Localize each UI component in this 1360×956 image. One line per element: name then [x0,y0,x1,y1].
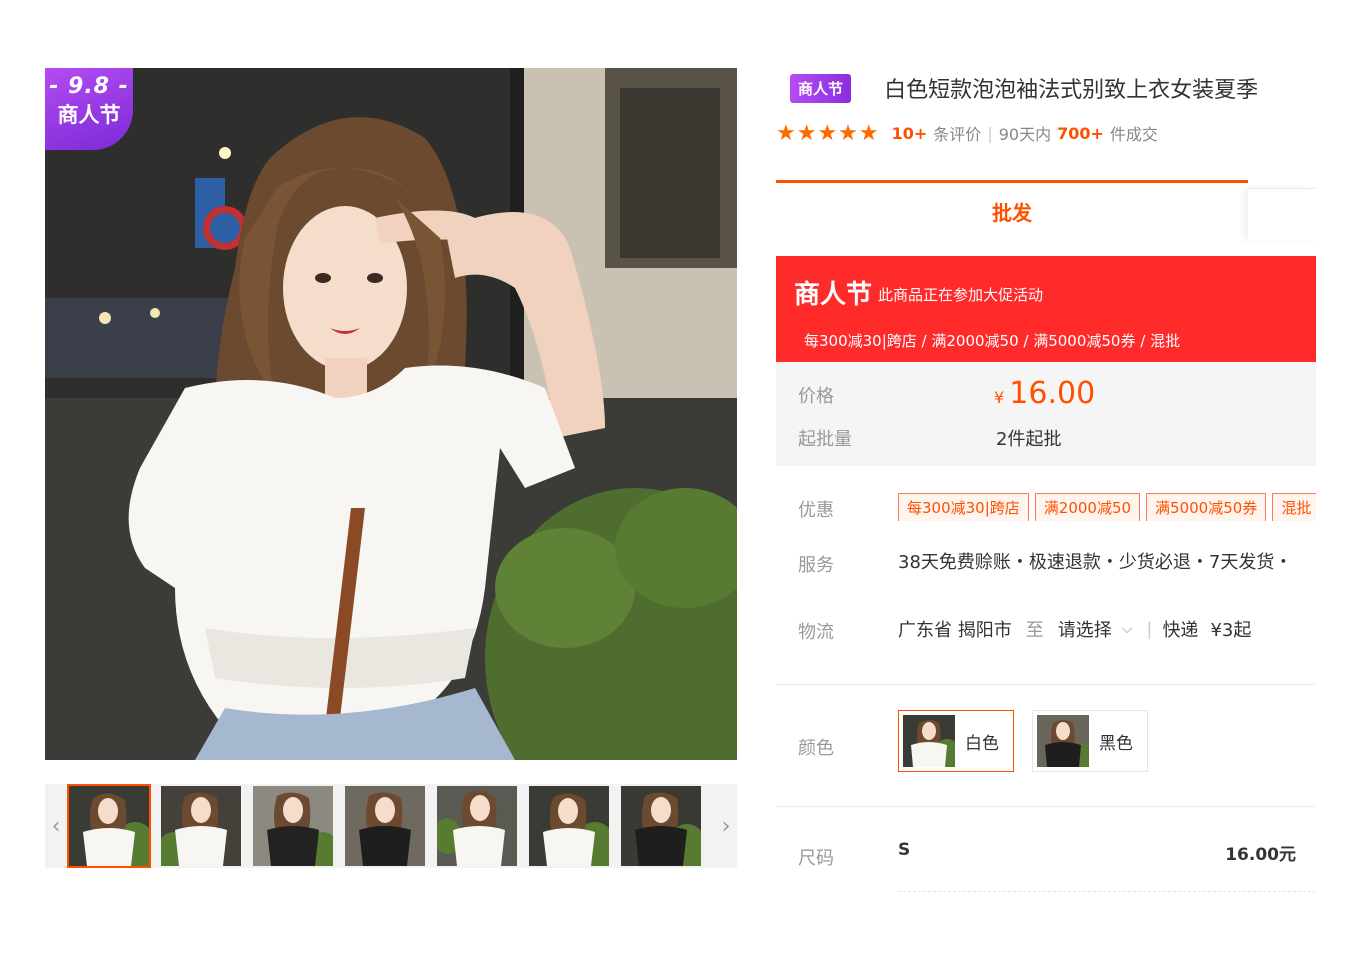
moq-label: 起批量 [798,429,852,450]
chevron-down-icon[interactable]: ⌵ [1122,621,1133,637]
logistics-label: 物流 [798,622,834,643]
thumbnail-3[interactable] [253,786,333,866]
thumbnail-prev-button[interactable]: ‹ [45,784,67,868]
service-label: 服务 [798,555,834,576]
coupon-tag[interactable]: 每300减30|跨店 [898,493,1029,521]
size-label: 尺码 [798,848,834,869]
color-option-name: 白色 [965,733,999,754]
color-option-thumbnail [903,715,955,767]
promo-banner-logo: 商人节 [794,280,873,310]
thumbnail-image [161,786,241,866]
purchase-mode-tabs: 批发 [776,180,1316,240]
promo-banner-description: 此商品正在参加大促活动 [878,286,1044,304]
thumbnail-image [437,786,517,866]
size-name: S [898,840,911,860]
rating-row: ★★★★★ 10+ 条评价 | 90天内 700+ 件成交 [776,120,1158,146]
coupon-tag[interactable]: 满2000减50 [1034,493,1141,521]
shipping-to: 至 [1025,620,1044,641]
thumbnail-next-button[interactable]: › [715,784,737,868]
sales-count: 700+ [1057,123,1104,143]
logistics-row: 广东省 揭阳市 至 请选择 ⌵ | 快递 ¥3起 [898,616,1251,642]
color-label: 颜色 [798,738,834,759]
tab-wholesale[interactable]: 批发 [776,180,1248,240]
thumbnail-2[interactable] [161,786,241,866]
thumbnail-image [621,786,701,866]
color-option-black[interactable]: 黑色 [1032,710,1148,772]
rating-stars-icon: ★★★★★ [776,120,880,146]
price-label: 价格 [798,386,834,407]
thumbnail-1[interactable] [67,784,151,868]
section-divider [776,684,1316,685]
color-option-thumbnail [1037,715,1089,767]
shipping-origin: 广东省 揭阳市 [898,620,1012,641]
sales-label: 件成交 [1109,125,1158,144]
service-list: 38天免费赊账・极速退款・少货必退・7天发货・ [898,552,1293,573]
moq-value: 2件起批 [996,429,1062,450]
product-photo-illustration [45,68,737,760]
promo-badge-name: 商人节 [57,103,121,127]
price-box: 价格 ¥ 16.00 起批量 2件起批 [776,362,1316,466]
color-option-white[interactable]: 白色 [898,710,1014,772]
size-price: 16.00元 [1225,845,1296,865]
thumbnail-7[interactable] [621,786,701,866]
coupon-tag[interactable]: 混批 [1272,493,1316,521]
tab-other[interactable] [1248,188,1316,240]
thumbnail-strip: ‹ › [45,784,737,868]
promo-banner-rules: 每300减30|跨店 / 满2000减50 / 满5000减50券 / 混批 [804,332,1181,350]
section-divider [776,806,1316,807]
coupon-list: 每300减30|跨店 满2000减50 满5000减50券 混批 [898,493,1316,521]
promo-badge-date: - 9.8 - [49,74,129,99]
main-product-photo[interactable]: - 9.8 - 商人节 [45,68,737,760]
thumbnail-image [253,786,333,866]
thumbnail-4[interactable] [345,786,425,866]
thumbnail-image [69,786,149,866]
price-currency: ¥ [994,388,1005,407]
sales-period: 90天内 [998,125,1052,144]
review-label[interactable]: 条评价 [933,121,981,145]
thumbnail-6[interactable] [529,786,609,866]
destination-select[interactable]: 请选择 [1058,616,1112,642]
thumbnail-image [345,786,425,866]
divider: | [1146,618,1153,640]
thumbnail-image [529,786,609,866]
coupon-tag[interactable]: 满5000减50券 [1146,493,1267,521]
price-value: ¥ 16.00 [994,376,1095,411]
price-number: 16.00 [1009,376,1096,411]
review-count[interactable]: 10+ [892,124,928,143]
shipping-fee: ¥3起 [1210,620,1252,641]
product-title: 白色短款泡泡袖法式别致上衣女装夏季 [884,78,1259,103]
size-row[interactable]: S 16.00元 [898,838,1316,892]
thumbnail-5[interactable] [437,786,517,866]
offers-label: 优惠 [798,500,834,521]
title-promo-tag: 商人节 [790,73,852,103]
color-option-name: 黑色 [1099,733,1133,754]
product-title-row: 商人节 白色短款泡泡袖法式别致上衣女装夏季 [790,72,1316,104]
promo-badge: - 9.8 - 商人节 [45,68,133,150]
shipping-method: 快递 [1162,620,1199,641]
promo-banner: 商人节 此商品正在参加大促活动 每300减30|跨店 / 满2000减50 / … [776,256,1316,362]
divider: | [987,123,993,143]
